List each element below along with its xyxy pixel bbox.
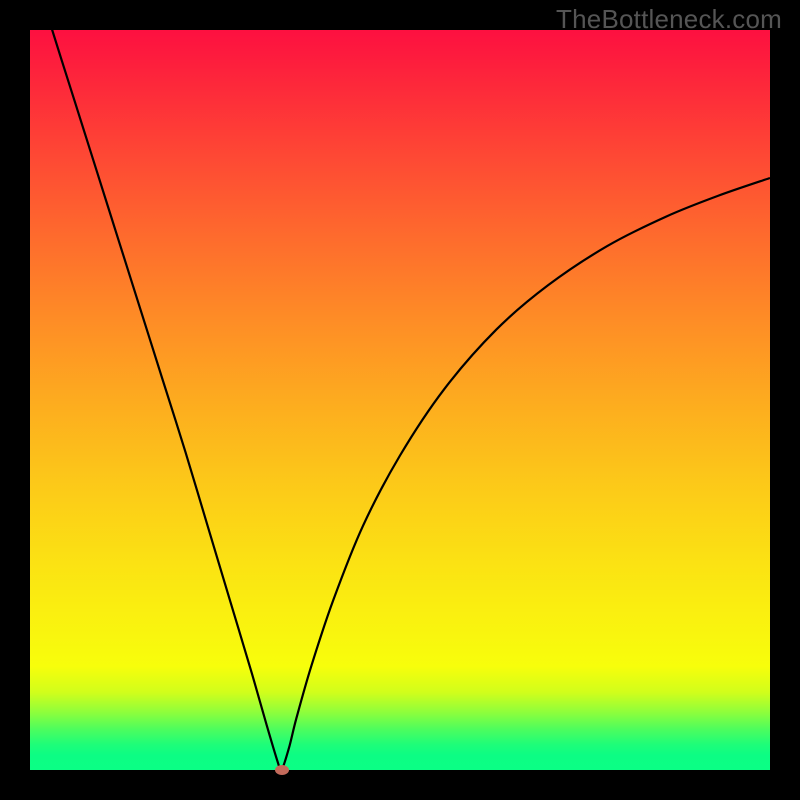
minimum-marker xyxy=(275,765,289,775)
chart-container: TheBottleneck.com xyxy=(0,0,800,800)
plot-area xyxy=(30,30,770,770)
curve-layer xyxy=(30,30,770,770)
bottleneck-curve-path xyxy=(30,30,770,770)
